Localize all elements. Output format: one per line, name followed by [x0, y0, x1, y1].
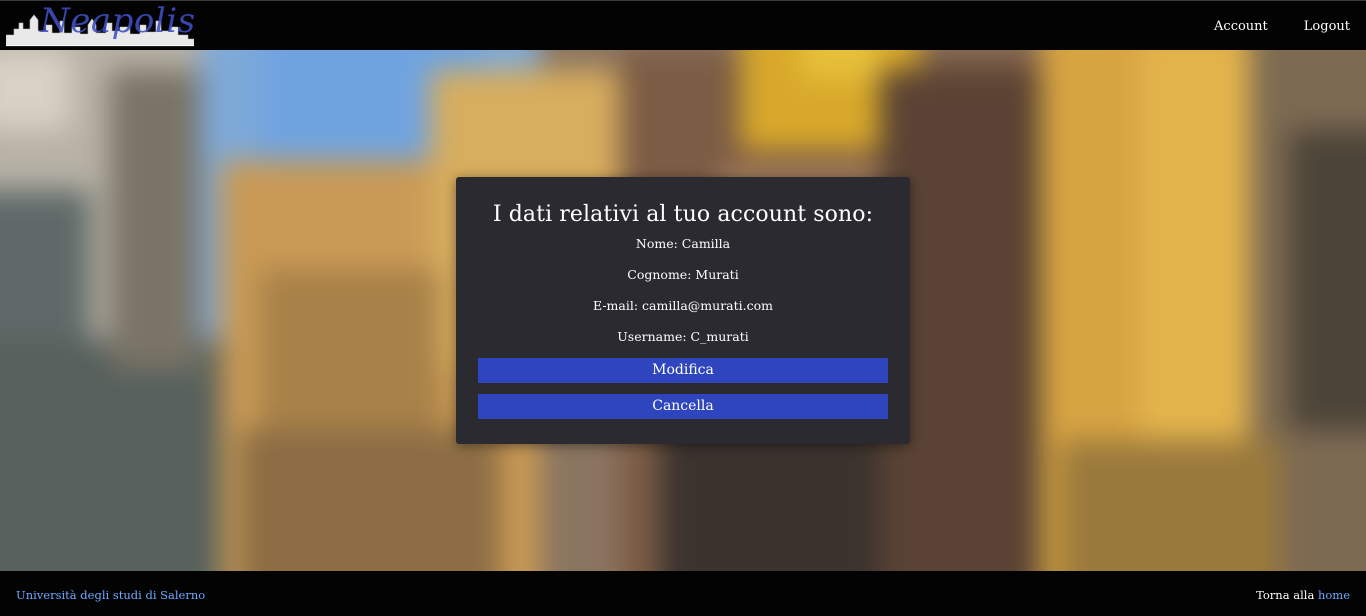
account-link[interactable]: Account	[1214, 19, 1268, 34]
back-home-prefix: Torna alla	[1256, 588, 1315, 602]
top-navbar: Neapolis Account Logout	[0, 0, 1366, 50]
account-fields: Nome: Camilla Cognome: Murati E-mail: ca…	[456, 236, 910, 360]
surname-label: Cognome:	[627, 267, 692, 282]
main-nav: Account Logout	[1214, 1, 1350, 51]
footer: Università degli studi di Salerno Torna …	[0, 571, 1366, 616]
name-row: Nome: Camilla	[456, 236, 910, 267]
edit-account-button[interactable]: Modifica	[478, 358, 888, 383]
svg-text:Neapolis: Neapolis	[39, 1, 194, 41]
username-row: Username: C_murati	[456, 329, 910, 360]
email-label: E-mail:	[592, 298, 639, 313]
neapolis-logo-graphic: Neapolis	[5, 1, 195, 47]
home-link[interactable]: home	[1318, 588, 1350, 602]
name-label: Nome:	[635, 236, 678, 251]
email-value: camilla@murati.com	[642, 298, 774, 313]
email-row: E-mail: camilla@murati.com	[456, 298, 910, 329]
back-home-text: Torna alla home	[1256, 588, 1350, 602]
neapolis-logo[interactable]: Neapolis	[5, 1, 195, 48]
username-label: Username:	[617, 329, 687, 344]
surname-row: Cognome: Murati	[456, 267, 910, 298]
account-details-card: I dati relativi al tuo account sono: Nom…	[456, 177, 910, 444]
surname-value: Murati	[695, 267, 739, 282]
name-value: Camilla	[681, 236, 731, 251]
logout-link[interactable]: Logout	[1304, 19, 1350, 34]
university-link[interactable]: Università degli studi di Salerno	[16, 588, 205, 602]
delete-account-button[interactable]: Cancella	[478, 394, 888, 419]
account-card-title: I dati relativi al tuo account sono:	[492, 202, 874, 227]
username-value: C_murati	[690, 329, 749, 344]
